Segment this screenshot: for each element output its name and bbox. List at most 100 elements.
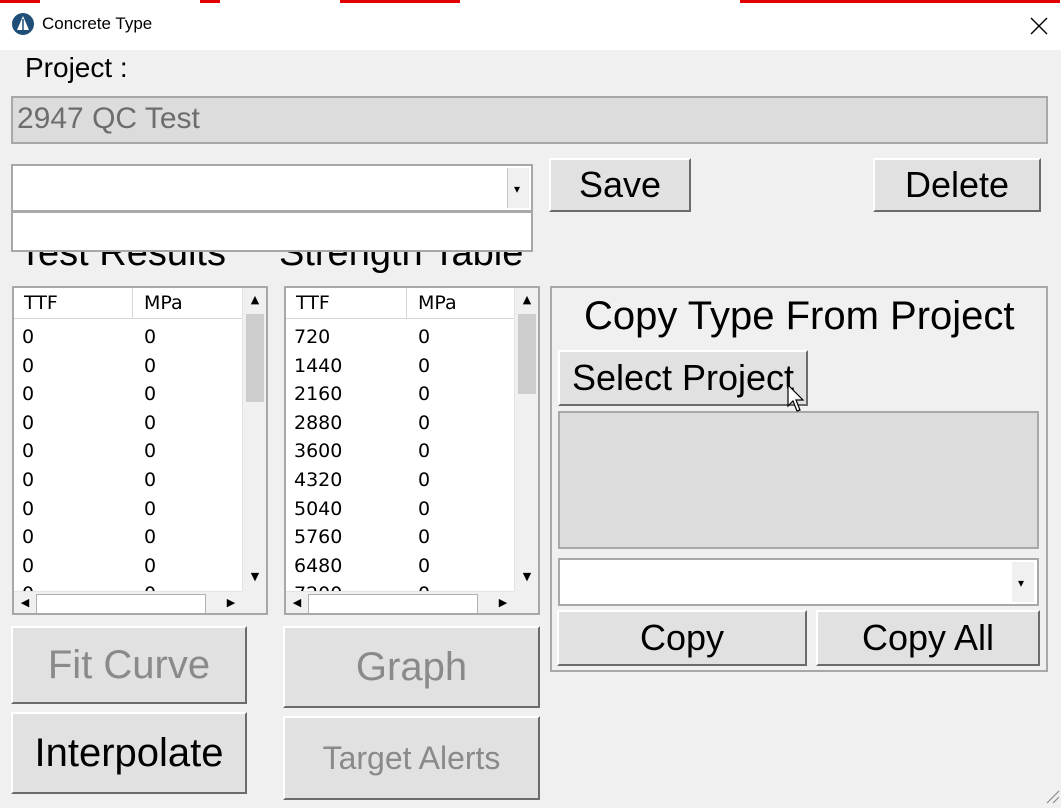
window-title: Concrete Type — [42, 14, 153, 33]
ttf-cell: 6480 — [294, 554, 343, 577]
table-row[interactable]: 00 — [14, 412, 242, 440]
table-row[interactable]: 2160 0 — [286, 383, 514, 411]
ttf-cell: 1440 — [294, 354, 343, 377]
test-results-grid[interactable]: TTF MPa 00000000000000000000 ▲ ▼ ◀ ▶ — [12, 286, 268, 615]
mpa-cell: 0 — [418, 440, 431, 463]
save-button[interactable]: Save — [549, 158, 691, 212]
column-header-ttf[interactable]: TTF — [24, 292, 58, 314]
title-bar — [0, 4, 1061, 50]
scroll-right-icon[interactable]: ▶ — [220, 592, 242, 613]
mpa-cell: 0 — [418, 497, 431, 520]
ttf-cell: 3600 — [294, 440, 343, 463]
mpa-cell: 0 — [144, 383, 157, 406]
project-label: Project : — [25, 52, 128, 83]
mpa-cell: 0 — [144, 440, 157, 463]
close-button[interactable] — [1016, 6, 1060, 46]
ttf-cell: 4320 — [294, 469, 343, 491]
source-type-combo[interactable] — [558, 558, 1039, 606]
app-logo-icon — [12, 13, 34, 35]
mpa-cell: 0 — [144, 497, 157, 520]
project-field: 2947 QC Test — [11, 96, 1048, 144]
ttf-cell: 5760 — [294, 526, 343, 549]
interpolate-button[interactable]: Interpolate — [11, 712, 247, 794]
ttf-cell: 2160 — [294, 383, 343, 406]
horizontal-scrollbar[interactable]: ◀ ▶ — [14, 591, 242, 613]
table-row[interactable]: 720 0 — [286, 326, 514, 354]
scroll-down-icon[interactable]: ▼ — [515, 565, 538, 589]
table-row[interactable]: 6480 0 — [286, 555, 514, 583]
scroll-thumb[interactable] — [246, 314, 264, 402]
column-header-mpa[interactable]: MPa — [418, 292, 457, 314]
combo-dropdown-list[interactable] — [11, 212, 533, 252]
delete-button[interactable]: Delete — [873, 158, 1041, 212]
vertical-scrollbar[interactable]: ▲ ▼ — [514, 288, 538, 591]
horizontal-scrollbar[interactable]: ◀ ▶ — [286, 591, 514, 613]
ttf-cell: 0 — [22, 440, 35, 463]
mpa-cell: 0 — [418, 469, 431, 491]
grid-header: TTF MPa — [14, 288, 242, 319]
copy-button[interactable]: Copy — [557, 610, 807, 666]
ttf-cell: 0 — [22, 383, 35, 406]
scroll-left-icon[interactable]: ◀ — [286, 592, 308, 613]
strength-table-grid[interactable]: TTF MPa 720 0 1440 0 2160 0 2880 0 3600 0 4320 0 504… — [284, 286, 540, 615]
graph-button[interactable]: Graph — [283, 626, 540, 708]
table-row[interactable]: 00 — [14, 555, 242, 583]
mpa-cell: 0 — [418, 354, 431, 377]
scroll-right-icon[interactable]: ▶ — [492, 592, 514, 613]
mouse-pointer-icon — [786, 383, 808, 414]
mpa-cell: 0 — [418, 554, 431, 577]
source-combo-dropdown-button[interactable]: ▾ — [1012, 562, 1034, 602]
mpa-cell: 0 — [144, 411, 157, 434]
table-row[interactable]: 5760 0 — [286, 526, 514, 554]
table-row[interactable]: 00 — [14, 440, 242, 468]
ttf-cell: 2880 — [294, 411, 343, 434]
mpa-cell: 0 — [144, 354, 157, 377]
table-row[interactable]: 00 — [14, 383, 242, 411]
scroll-up-icon[interactable]: ▲ — [515, 288, 538, 312]
chevron-down-icon: ▾ — [514, 182, 521, 196]
copy-all-button[interactable]: Copy All — [816, 610, 1040, 666]
ttf-cell: 0 — [22, 497, 35, 520]
ttf-cell: 0 — [22, 554, 35, 577]
table-row[interactable]: 5040 0 — [286, 498, 514, 526]
fit-curve-button[interactable]: Fit Curve — [11, 626, 247, 704]
scroll-up-icon[interactable]: ▲ — [243, 288, 266, 312]
ttf-cell: 0 — [22, 326, 35, 348]
select-project-button[interactable]: Select Project — [558, 350, 808, 406]
table-row[interactable]: 2880 0 — [286, 412, 514, 440]
scroll-thumb[interactable] — [36, 594, 206, 613]
scroll-left-icon[interactable]: ◀ — [14, 592, 36, 613]
ttf-cell: 0 — [22, 526, 35, 549]
table-row[interactable]: 1440 0 — [286, 355, 514, 383]
mpa-cell: 0 — [418, 411, 431, 434]
resize-grip[interactable] — [1040, 784, 1060, 804]
combo-dropdown-button[interactable]: ▾ — [507, 168, 529, 208]
mpa-cell: 0 — [144, 326, 157, 348]
table-row[interactable]: 00 — [14, 326, 242, 354]
ttf-cell: 5040 — [294, 497, 343, 520]
table-row[interactable]: 4320 0 — [286, 469, 514, 497]
scroll-down-icon[interactable]: ▼ — [243, 565, 266, 589]
table-row[interactable]: 00 — [14, 355, 242, 383]
close-icon — [1030, 17, 1048, 35]
mpa-cell: 0 — [144, 554, 157, 577]
grid-header: TTF MPa — [286, 288, 514, 319]
mpa-cell: 0 — [418, 383, 431, 406]
concrete-type-combo[interactable] — [11, 164, 533, 212]
ttf-cell: 720 — [294, 326, 331, 348]
scroll-thumb[interactable] — [518, 314, 536, 394]
scroll-thumb[interactable] — [308, 594, 478, 613]
source-project-list[interactable] — [558, 411, 1039, 549]
column-header-mpa[interactable]: MPa — [144, 292, 183, 314]
table-row[interactable]: 00 — [14, 498, 242, 526]
table-row[interactable]: 00 — [14, 469, 242, 497]
target-alerts-button[interactable]: Target Alerts — [283, 716, 540, 800]
mpa-cell: 0 — [418, 526, 431, 549]
ttf-cell: 0 — [22, 469, 35, 491]
table-row[interactable]: 3600 0 — [286, 440, 514, 468]
column-header-ttf[interactable]: TTF — [296, 292, 330, 314]
vertical-scrollbar[interactable]: ▲ ▼ — [242, 288, 266, 591]
mpa-cell: 0 — [144, 469, 157, 491]
table-row[interactable]: 00 — [14, 526, 242, 554]
mpa-cell: 0 — [144, 526, 157, 549]
